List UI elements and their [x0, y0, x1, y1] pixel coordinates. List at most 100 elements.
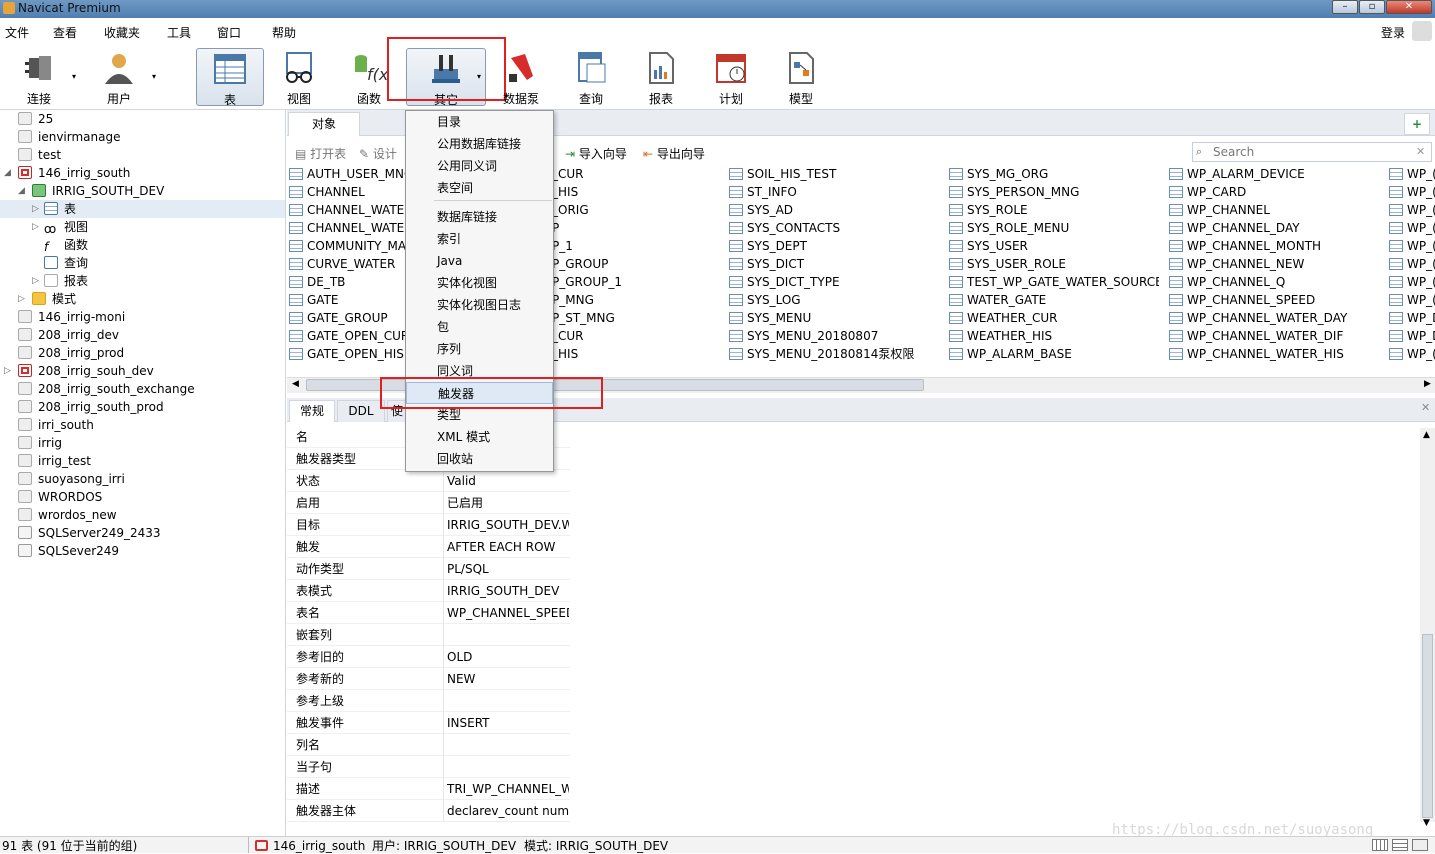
table-item[interactable]: _HIS [552, 183, 652, 201]
table-item[interactable]: ST_INFO [729, 183, 929, 201]
model-button[interactable]: 模型 [770, 48, 832, 106]
table-item[interactable]: WP_CHANNEL_SPEED [1169, 291, 1379, 309]
tree-item[interactable]: SQLSever249 [18, 542, 119, 560]
table-item[interactable]: SYS_DEPT [729, 237, 929, 255]
table-item[interactable]: WP_( [1389, 291, 1435, 309]
property-row[interactable]: 描述 TRI_WP_CHANNEL_W [287, 778, 570, 800]
vertical-scrollbar-thumb[interactable] [1422, 634, 1433, 818]
tab-general[interactable]: 常规 [289, 400, 335, 422]
menu-item[interactable]: 实体化视图日志 [406, 294, 553, 316]
close-button[interactable]: ✕ [1386, 0, 1432, 14]
table-item[interactable]: WP_( [1389, 255, 1435, 273]
tree-item[interactable]: 208_irrig_south_exchange [18, 380, 195, 398]
property-row[interactable]: 当子句 [287, 756, 570, 778]
property-row[interactable]: 触发 AFTER EACH ROW [287, 536, 570, 558]
tree-item[interactable]: wrordos_new [18, 506, 117, 524]
tree-item-views[interactable]: ▷ ꝏ 视图 [32, 218, 88, 236]
table-item[interactable]: WP_CARD [1169, 183, 1379, 201]
datapump-button[interactable]: 数据泵 [490, 48, 552, 106]
property-row[interactable]: 参考新的 NEW [287, 668, 570, 690]
menu-item[interactable]: 目录 [406, 111, 553, 133]
table-item[interactable]: SYS_MG_ORG [949, 165, 1159, 183]
tree-item[interactable]: WRORDOS [18, 488, 102, 506]
er-view-icon[interactable] [1412, 839, 1428, 851]
tree-item[interactable]: 208_irrig_souh_dev [18, 362, 154, 380]
table-item[interactable]: SYS_PERSON_MNG [949, 183, 1159, 201]
table-item[interactable]: WP_CHANNEL [1169, 201, 1379, 219]
tree-item[interactable]: IRRIG_SOUTH_DEV [32, 182, 164, 200]
table-item[interactable]: SYS_MENU_20180807 [729, 327, 929, 345]
table-item[interactable]: P_ST_MNG [552, 309, 652, 327]
table-item[interactable]: WP_ALARM_BASE [949, 345, 1159, 363]
clear-search-icon[interactable]: ✕ [1416, 145, 1425, 158]
close-panel-icon[interactable]: ✕ [1421, 401, 1430, 414]
property-row[interactable]: 触发事件 INSERT [287, 712, 570, 734]
table-item[interactable]: WATER_GATE [949, 291, 1159, 309]
table-item[interactable]: CHANNEL [289, 183, 407, 201]
table-item[interactable]: CHANNEL_WATE [289, 219, 407, 237]
menu-favorites[interactable]: 收藏夹 [104, 24, 140, 41]
minimize-button[interactable]: – [1332, 0, 1358, 14]
table-item[interactable]: SYS_CONTACTS [729, 219, 929, 237]
table-item[interactable]: WP_( [1389, 183, 1435, 201]
property-row[interactable]: 触发器主体 declarev_count numb [287, 800, 570, 822]
login-link[interactable]: 登录 [1381, 24, 1405, 41]
tree-item[interactable]: 208_irrig_prod [18, 344, 124, 362]
menu-item[interactable]: 序列 [406, 338, 553, 360]
table-item[interactable]: SYS_ROLE_MENU [949, 219, 1159, 237]
property-row[interactable]: 参考旧的 OLD [287, 646, 570, 668]
tree-item[interactable]: suoyasong_irri [18, 470, 125, 488]
table-item[interactable]: _CUR [552, 327, 652, 345]
table-item[interactable]: P_GROUP [552, 255, 652, 273]
table-item[interactable]: _HIS [552, 345, 652, 363]
expand-icon[interactable]: ▷ [32, 200, 39, 218]
table-item[interactable]: WP_CHANNEL_WATER_DAY [1169, 309, 1379, 327]
property-row[interactable]: 表模式 IRRIG_SOUTH_DEV [287, 580, 570, 602]
tree-item[interactable]: ienvirmanage [18, 128, 120, 146]
table-item[interactable]: SYS_MENU_20180814泵权限 [729, 345, 929, 363]
expand-icon[interactable]: ▷ [32, 272, 39, 290]
table-item[interactable]: WP_( [1389, 201, 1435, 219]
table-item[interactable]: P [552, 219, 652, 237]
design-table-button[interactable]: ✎ 设计 [359, 145, 397, 162]
table-item[interactable]: WP_( [1389, 273, 1435, 291]
tree-item-schemas[interactable]: ▷ 模式 [18, 290, 76, 308]
menu-file[interactable]: 文件 [5, 24, 29, 41]
property-row[interactable]: 启用 已启用 [287, 492, 570, 514]
tab-ddl[interactable]: DDL [337, 400, 385, 422]
property-row[interactable]: 动作类型 PL/SQL [287, 558, 570, 580]
tree-item[interactable]: 146_irrig_south [18, 164, 130, 182]
avatar-icon[interactable] [1412, 21, 1432, 41]
menu-help[interactable]: 帮助 [272, 24, 296, 41]
table-item[interactable]: WP_D [1389, 327, 1435, 345]
table-item[interactable]: AUTH_USER_MNG [289, 165, 407, 183]
report-button[interactable]: 报表 [630, 48, 692, 106]
menu-item[interactable]: 索引 [406, 228, 553, 250]
export-wizard-button[interactable]: ⇤ 导出向导 [643, 145, 705, 162]
menu-item[interactable]: 回收站 [406, 448, 553, 470]
scroll-up-icon[interactable]: ▲ [1423, 430, 1430, 440]
menu-item[interactable]: 包 [406, 316, 553, 338]
table-item[interactable]: GATE_GROUP [289, 309, 407, 327]
table-item[interactable]: WP_CHANNEL_MONTH [1169, 237, 1379, 255]
collapse-icon[interactable]: ◢ [4, 168, 11, 178]
table-item[interactable]: WP_( [1389, 345, 1435, 363]
table-item[interactable]: WP_ALARM_DEVICE [1169, 165, 1379, 183]
table-item[interactable]: WP_CHANNEL_NEW [1169, 255, 1379, 273]
property-row[interactable]: 表名 WP_CHANNEL_SPEED [287, 602, 570, 624]
new-tab-icon[interactable]: + [1404, 113, 1430, 135]
menu-item[interactable]: 表空间 [406, 177, 553, 199]
table-button[interactable]: 表 [196, 48, 264, 107]
tree-item[interactable]: 208_irrig_south_prod [18, 398, 164, 416]
menu-item[interactable]: 公用同义词 [406, 155, 553, 177]
table-item[interactable]: _ORIG [552, 201, 652, 219]
menu-view[interactable]: 查看 [53, 24, 77, 41]
menu-tools[interactable]: 工具 [167, 24, 191, 41]
property-row[interactable]: 嵌套列 [287, 624, 570, 646]
detail-view-icon[interactable] [1392, 839, 1408, 851]
schedule-button[interactable]: 计划 [700, 48, 762, 106]
table-item[interactable]: WP_D [1389, 309, 1435, 327]
menu-item[interactable]: 公用数据库链接 [406, 133, 553, 155]
expand-icon[interactable]: ▷ [4, 366, 11, 376]
tree-item[interactable]: 25 [18, 110, 53, 128]
